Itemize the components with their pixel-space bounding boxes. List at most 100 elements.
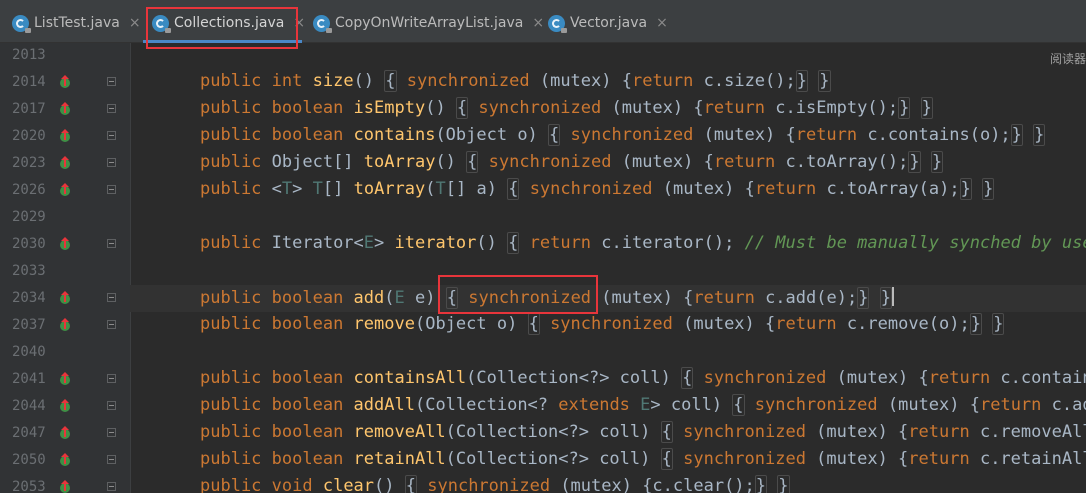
- code-line[interactable]: 2033: [0, 258, 1086, 285]
- implementing-method-icon[interactable]: [57, 290, 73, 306]
- reader-mode-hint[interactable]: 阅读器: [1050, 50, 1086, 67]
- code-token: synchronized: [488, 152, 622, 172]
- line-number: 2023: [12, 155, 46, 171]
- code-token: }: [754, 475, 768, 493]
- code-line[interactable]: 2030 public Iterator<E> iterator() { retu…: [0, 231, 1086, 258]
- code-token: }: [969, 313, 982, 335]
- fold-marker-icon[interactable]: [107, 428, 116, 437]
- close-icon[interactable]: ×: [532, 15, 544, 31]
- code-token: (mutex) {: [611, 98, 704, 118]
- code-text[interactable]: public boolean addAll(Collection<? exten…: [200, 394, 1086, 416]
- code-text[interactable]: public Iterator<E> iterator() { return c…: [200, 232, 1086, 254]
- code-token: (mutex) {: [887, 395, 980, 415]
- tab-collections[interactable]: Collections.java ×: [152, 6, 305, 40]
- code-text[interactable]: public boolean contains(Object o) { sync…: [200, 124, 1046, 146]
- code-line[interactable]: 2044 public boolean addAll(Collection<? e…: [0, 393, 1086, 420]
- line-number: 2047: [12, 425, 46, 441]
- tab-label: ListTest.java: [34, 15, 120, 31]
- code-text[interactable]: public boolean remove(Object o) { synchr…: [200, 313, 1005, 335]
- implementing-method-icon[interactable]: [57, 317, 73, 333]
- fold-marker-icon[interactable]: [107, 293, 116, 302]
- code-token: (mutex) {: [836, 368, 929, 388]
- code-line[interactable]: 2023 public Object[] toArray() { synchron…: [0, 150, 1086, 177]
- implementing-method-icon[interactable]: [57, 182, 73, 198]
- code-token: (mutex) {: [539, 71, 632, 91]
- implementing-method-icon[interactable]: [57, 398, 73, 414]
- implementing-method-icon[interactable]: [57, 101, 73, 117]
- fold-marker-icon[interactable]: [107, 401, 116, 410]
- code-token: boolean: [271, 368, 354, 388]
- code-token: return: [775, 314, 847, 334]
- close-icon[interactable]: ×: [293, 15, 305, 31]
- fold-marker-icon[interactable]: [107, 104, 116, 113]
- fold-marker-icon[interactable]: [107, 320, 116, 329]
- code-line[interactable]: 2020 public boolean contains(Object o) { …: [0, 123, 1086, 150]
- code-token: }: [1010, 124, 1023, 146]
- code-line[interactable]: 2053 public void clear() { synchronized (…: [0, 474, 1086, 493]
- code-token: {: [507, 178, 520, 200]
- code-line[interactable]: 2040: [0, 339, 1086, 366]
- fold-marker-icon[interactable]: [107, 455, 116, 464]
- implementing-method-icon[interactable]: [57, 425, 73, 441]
- code-token: {: [507, 232, 520, 254]
- code-text[interactable]: public boolean retainAll(Collection<?> c…: [200, 448, 1086, 470]
- code-token: (): [374, 476, 405, 493]
- implementing-method-icon[interactable]: [57, 155, 73, 171]
- code-line[interactable]: 2037 public boolean remove(Object o) { sy…: [0, 312, 1086, 339]
- code-text[interactable]: public <T> T[] toArray(T[] a) { synchron…: [200, 178, 995, 200]
- implementing-method-icon[interactable]: [57, 236, 73, 252]
- line-number: 2014: [12, 74, 46, 90]
- code-token: E: [394, 288, 405, 308]
- code-line[interactable]: 2047 public boolean removeAll(Collection<…: [0, 420, 1086, 447]
- code-line[interactable]: 2026 public <T> T[] toArray(T[] a) { sync…: [0, 177, 1086, 204]
- tab-listtest[interactable]: ListTest.java ×: [12, 6, 141, 40]
- implementing-method-icon[interactable]: [57, 452, 73, 468]
- fold-marker-icon[interactable]: [107, 158, 116, 167]
- code-line[interactable]: 2050 public boolean retainAll(Collection<…: [0, 447, 1086, 474]
- close-icon[interactable]: ×: [129, 15, 141, 31]
- code-line[interactable]: 2014 public int size() { synchronized (mu…: [0, 69, 1086, 96]
- code-text[interactable]: public boolean isEmpty() { synchronized …: [200, 97, 933, 119]
- code-token: }: [908, 151, 921, 173]
- code-line[interactable]: 2029: [0, 204, 1086, 231]
- implementing-method-icon[interactable]: [57, 74, 73, 90]
- code-token: {: [384, 70, 397, 92]
- code-line[interactable]: 2041 public boolean containsAll(Collectio…: [0, 366, 1086, 393]
- code-token: Object[]: [271, 152, 364, 172]
- fold-marker-icon[interactable]: [107, 239, 116, 248]
- tab-copyonwritearraylist[interactable]: CopyOnWriteArrayList.java ×: [313, 6, 544, 40]
- code-text[interactable]: public boolean containsAll(Collection<?>…: [200, 367, 1086, 389]
- fold-marker-icon[interactable]: [107, 131, 116, 140]
- code-token: (Collection<?> coll): [445, 449, 661, 469]
- code-text[interactable]: public Object[] toArray() { synchronized…: [200, 151, 944, 173]
- tab-vector[interactable]: Vector.java ×: [548, 6, 668, 40]
- implementing-method-icon[interactable]: [57, 479, 73, 493]
- code-line[interactable]: 2013: [0, 42, 1086, 69]
- code-token: > coll): [650, 395, 733, 415]
- implementing-method-icon[interactable]: [57, 371, 73, 387]
- code-text[interactable]: public boolean removeAll(Collection<?> c…: [200, 421, 1086, 443]
- code-token: c.add(e);: [765, 288, 858, 308]
- code-token: return: [795, 125, 868, 145]
- fold-marker-icon[interactable]: [107, 482, 116, 491]
- code-token: T: [281, 179, 293, 199]
- code-line[interactable]: 2034 public boolean add(E e) { synchroniz…: [0, 285, 1086, 312]
- line-number: 2034: [12, 290, 46, 306]
- code-token: }: [818, 70, 831, 92]
- code-line[interactable]: 2017 public boolean isEmpty() { synchroni…: [0, 96, 1086, 123]
- implementing-method-icon[interactable]: [57, 128, 73, 144]
- code-token: synchronized: [703, 368, 837, 388]
- code-text[interactable]: public int size() { synchronized (mutex)…: [200, 70, 831, 92]
- close-icon[interactable]: ×: [656, 15, 668, 31]
- code-text[interactable]: public void clear() { synchronized (mute…: [200, 475, 790, 493]
- fold-marker-icon[interactable]: [107, 185, 116, 194]
- code-text[interactable]: public boolean add(E e) { synchronized (…: [200, 287, 894, 309]
- line-number: 2044: [12, 398, 46, 414]
- fold-marker-icon[interactable]: [107, 77, 116, 86]
- code-token: c.containsAll(coll);: [1000, 368, 1086, 388]
- fold-marker-icon[interactable]: [107, 374, 116, 383]
